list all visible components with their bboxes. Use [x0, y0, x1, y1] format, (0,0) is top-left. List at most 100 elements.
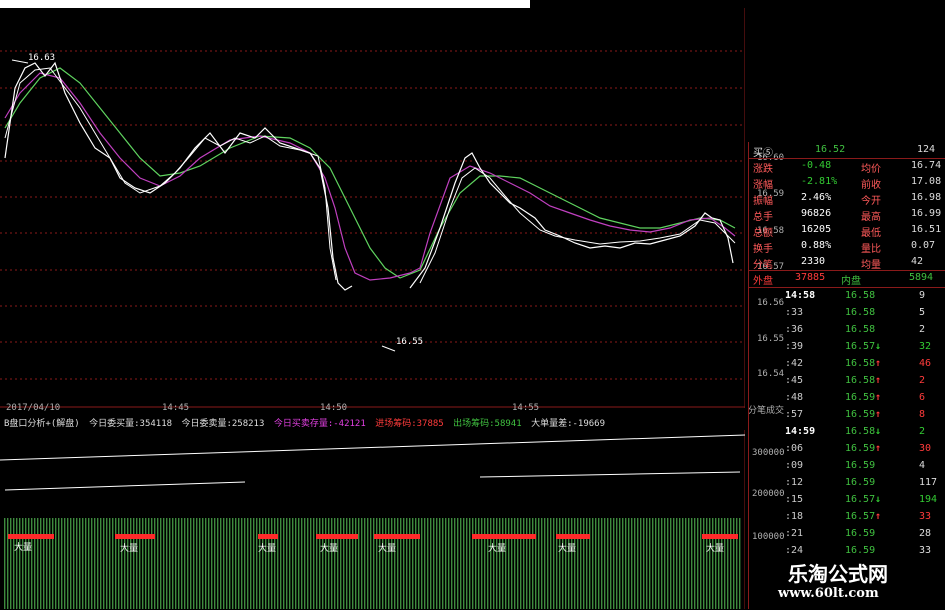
volume-bar	[190, 518, 192, 609]
volume-bar	[130, 518, 132, 609]
bid5-row[interactable]: 买⑤ 16.52 124	[749, 142, 945, 159]
volume-bar	[514, 518, 516, 609]
volume-bar	[673, 518, 675, 609]
trade-price: 16.57	[845, 494, 876, 505]
volume-bar	[706, 518, 708, 609]
quote-stat-row: 涨跌 -0.48 均价 16.74	[749, 158, 945, 175]
volume-bar	[574, 518, 576, 609]
volume-bar	[343, 518, 345, 609]
volume-bar	[91, 518, 93, 609]
stat-value: 2330	[801, 256, 826, 267]
trade-price: 16.59	[845, 443, 876, 454]
volume-bar	[424, 518, 426, 609]
volume-bar	[556, 518, 558, 609]
big-volume-marker	[472, 534, 536, 539]
inner-value: 5894	[909, 272, 934, 283]
volume-bar	[124, 518, 126, 609]
volume-bar	[622, 518, 624, 609]
trade-time: :36	[785, 324, 804, 335]
volume-bar	[238, 518, 240, 609]
volume-indicator-chart[interactable]	[0, 430, 745, 609]
volume-bar	[499, 518, 501, 609]
trade-time: :45	[785, 375, 804, 386]
trade-time: 14:58	[785, 290, 816, 301]
volume-bar	[559, 518, 561, 609]
volume-bar	[442, 518, 444, 609]
trade-row: :06 16.59 ↑ 30	[749, 441, 945, 457]
volume-bar	[55, 518, 57, 609]
volume-bar	[286, 518, 288, 609]
volume-bar	[175, 518, 177, 609]
volume-bar	[349, 518, 351, 609]
volume-bar	[94, 518, 96, 609]
quote-panel: 买⑤ 16.52 124 涨跌 -0.48 均价 16.74 涨幅 -2.81% 前收 17.…	[748, 142, 945, 609]
volume-bar	[22, 518, 24, 609]
volume-bar	[205, 518, 207, 609]
volume-bar	[58, 518, 60, 609]
volume-bar	[292, 518, 294, 609]
volume-bar	[565, 518, 567, 609]
volume-bar	[670, 518, 672, 609]
volume-bar	[637, 518, 639, 609]
volume-bar	[355, 518, 357, 609]
volume-bar	[157, 518, 159, 609]
big-volume-label: 大量	[14, 543, 33, 553]
volume-bar	[394, 518, 396, 609]
volume-bar	[67, 518, 69, 609]
volume-bar	[16, 518, 18, 609]
volume-bar	[397, 518, 399, 609]
low-price-marker: 16.55	[396, 337, 424, 347]
volume-bar	[19, 518, 21, 609]
volume-bar	[520, 518, 522, 609]
volume-bar	[181, 518, 183, 609]
trade-volume: 2	[919, 426, 926, 437]
volume-bar	[361, 518, 363, 609]
volume-bar	[277, 518, 279, 609]
volume-bar	[502, 518, 504, 609]
volume-bar	[13, 518, 15, 609]
volume-bar	[82, 518, 84, 609]
trade-time: :24	[785, 545, 804, 556]
volume-bar	[541, 518, 543, 609]
quote-stat-row: 振幅 2.46% 今开 16.98	[749, 190, 945, 207]
volume-bar	[265, 518, 267, 609]
indicator-title[interactable]: B盘口分析+(解盘)	[4, 419, 80, 429]
volume-bars	[4, 518, 741, 609]
volume-bar	[643, 518, 645, 609]
volume-bar	[433, 518, 435, 609]
volume-bar	[385, 518, 387, 609]
volume-bar	[49, 518, 51, 609]
volume-bar	[259, 518, 261, 609]
trade-arrow: ↑	[875, 443, 882, 454]
volume-bar	[118, 518, 120, 609]
trade-volume: 5	[919, 307, 926, 318]
big-volume-label: 大量	[558, 544, 577, 554]
volume-bar	[271, 518, 273, 609]
volume-bar	[211, 518, 213, 609]
stat-label: 涨跌	[753, 164, 773, 175]
trade-row: :48 16.59 ↑ 6	[749, 390, 945, 406]
volume-bar	[463, 518, 465, 609]
volume-bar	[148, 518, 150, 609]
trade-arrow: ↑	[875, 392, 882, 403]
stat-value: 16.99	[911, 208, 942, 219]
volume-bar	[370, 518, 372, 609]
volume-bar	[730, 518, 732, 609]
stat-label: 总额	[753, 228, 773, 239]
big-volume-label: 大量	[378, 544, 397, 554]
volume-bar	[589, 518, 591, 609]
trade-volume: 117	[919, 477, 938, 488]
volume-bar	[367, 518, 369, 609]
volume-bar	[322, 518, 324, 609]
intraday-price-chart[interactable]	[0, 8, 745, 408]
volume-bar	[382, 518, 384, 609]
volume-bar	[664, 518, 666, 609]
trade-volume: 30	[919, 443, 932, 454]
outflow-volume: 出场筹码:58941	[453, 419, 522, 429]
volume-bar	[34, 518, 36, 609]
volume-bar	[517, 518, 519, 609]
volume-bar	[199, 518, 201, 609]
volume-bar	[529, 518, 531, 609]
volume-bar	[634, 518, 636, 609]
trade-arrow: ↑	[875, 409, 882, 420]
